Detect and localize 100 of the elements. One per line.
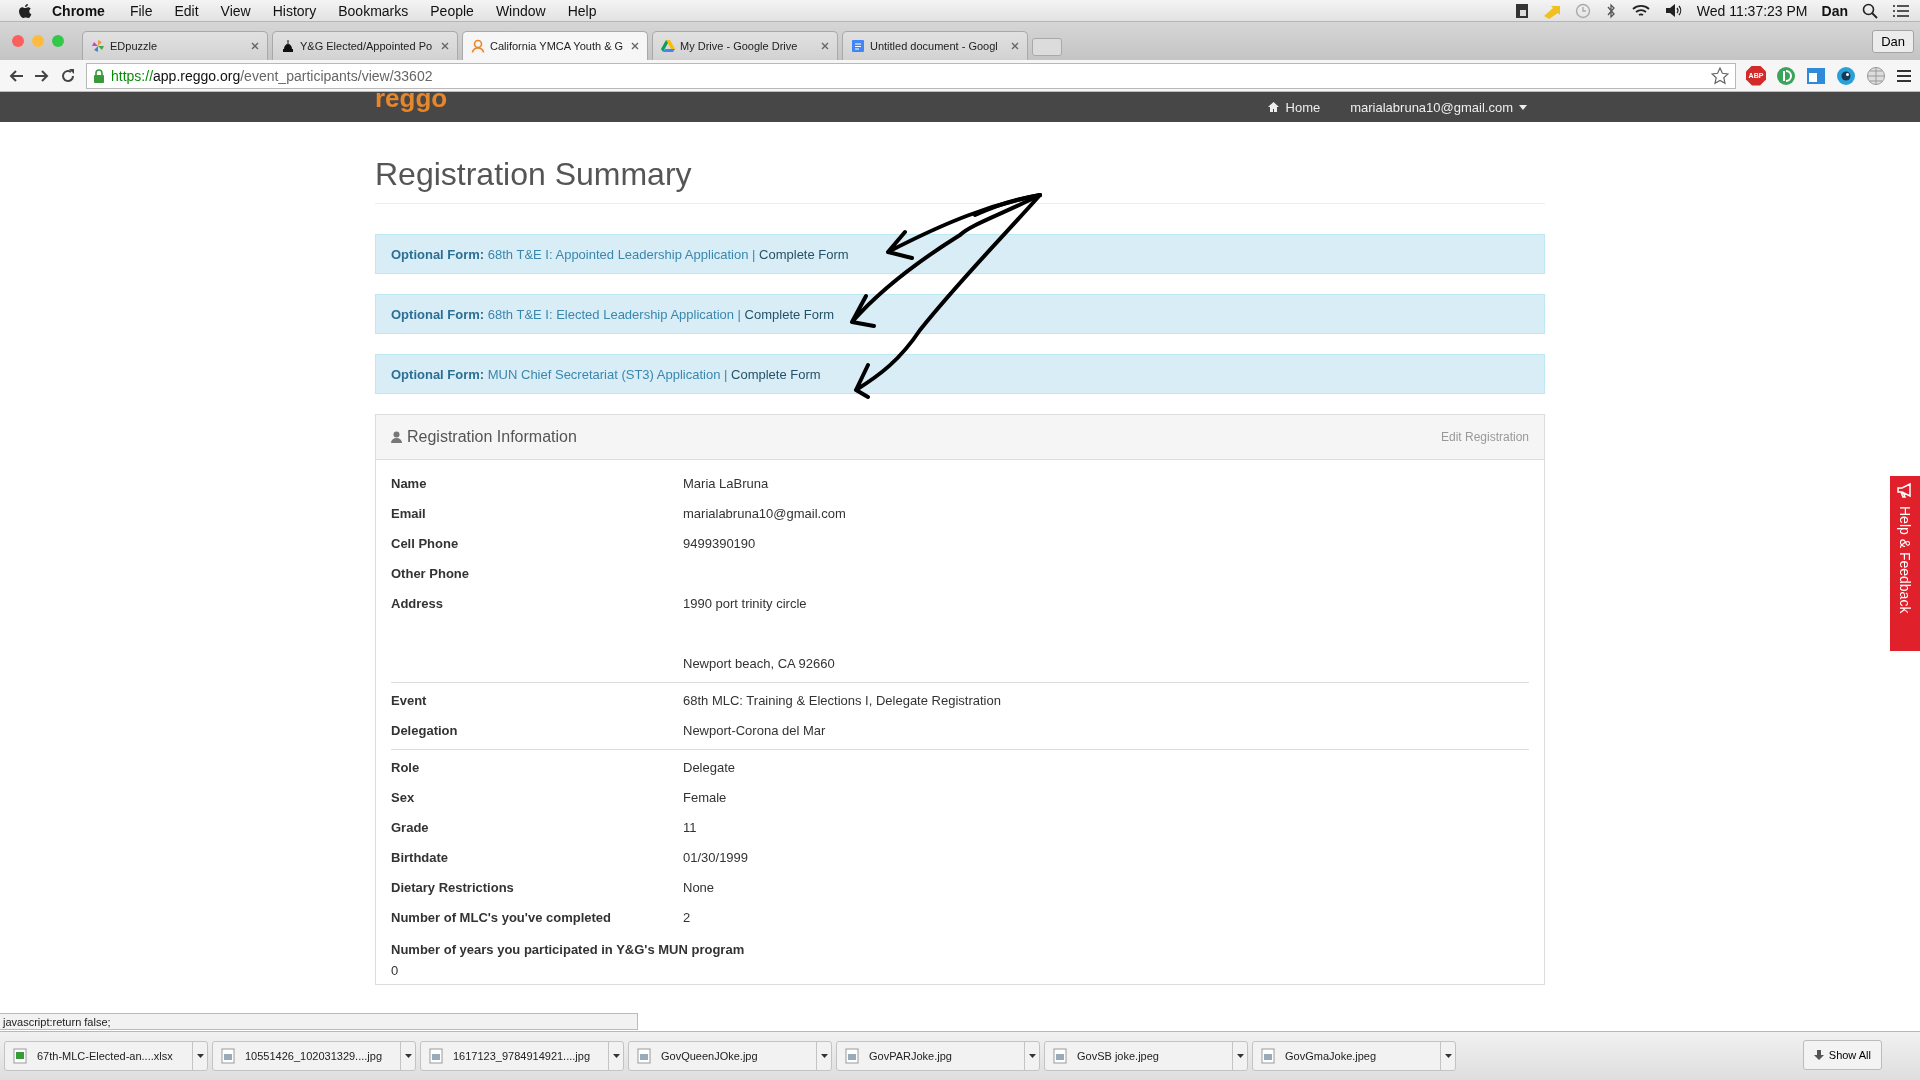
browser-tab[interactable]: Untitled document - Googl	[842, 31, 1028, 60]
caret-icon[interactable]	[1444, 1054, 1452, 1058]
close-icon[interactable]	[441, 42, 449, 50]
field-label: Dietary Restrictions	[391, 879, 515, 897]
browser-tab[interactable]: My Drive - Google Drive	[652, 31, 838, 60]
home-link[interactable]: Home	[1266, 99, 1321, 115]
complete-form-link[interactable]: Complete Form	[744, 306, 835, 322]
field-label: Number of years you participated in Y&G's MUN program	[391, 941, 746, 959]
field-label: Email	[391, 505, 427, 523]
browser-tab[interactable]: Y&G Elected/Appointed Po	[272, 31, 458, 60]
menu-icon[interactable]	[1896, 68, 1912, 83]
star-icon[interactable]	[1711, 66, 1729, 85]
browser-tab[interactable]: EDpuzzle	[82, 31, 268, 60]
field-label: Birthdate	[391, 849, 450, 867]
file-icon	[221, 1048, 235, 1064]
site-logo[interactable]: reggo	[375, 92, 448, 113]
pinwheel-icon	[91, 39, 105, 53]
status-text: javascript:return false;	[0, 1013, 638, 1030]
download-item[interactable]: GovQueenJOke.jpg	[628, 1041, 832, 1071]
field-value: 0	[391, 962, 400, 980]
forward-icon[interactable]	[34, 68, 50, 83]
field-value: Newport beach, CA 92660	[683, 655, 835, 673]
complete-form-link[interactable]: Complete Form	[759, 246, 849, 262]
menu-item[interactable]: Bookmarks	[327, 2, 420, 19]
menu-item[interactable]: Chrome	[32, 2, 119, 19]
field-value: Delegate	[683, 759, 736, 777]
back-icon[interactable]	[8, 68, 24, 83]
caret-icon[interactable]	[820, 1054, 828, 1058]
eye-icon[interactable]	[1836, 65, 1856, 86]
notice-text: Optional Form: 68th T&E I: Elected Leadership Application | Complete Form	[391, 306, 835, 322]
menu-item[interactable]: History	[261, 2, 328, 19]
circle-icon[interactable]	[1776, 65, 1796, 86]
complete-form-link[interactable]: Complete Form	[731, 366, 821, 382]
list-icon[interactable]	[1892, 3, 1910, 18]
download-item[interactable]: 10551426_102031329....jpg	[212, 1041, 416, 1071]
notice-text: Optional Form: MUN Chief Secretariat (ST3) Application | Complete Form	[391, 366, 821, 382]
field-value: Newport-Corona del Mar	[683, 722, 826, 740]
caret-icon[interactable]	[404, 1054, 412, 1058]
file-icon	[429, 1048, 443, 1064]
field-label: Number of MLC's you've completed	[391, 909, 612, 927]
download-item[interactable]: 1617123_9784914921....jpg	[420, 1041, 624, 1071]
field-value: Female	[683, 789, 727, 807]
menu-item[interactable]: File	[118, 2, 164, 19]
field-value: 1990 port trinity circle	[683, 595, 808, 613]
download-item[interactable]: GovGmaJoke.jpeg	[1252, 1041, 1456, 1071]
file-icon	[845, 1048, 859, 1064]
window-icon[interactable]	[1806, 65, 1826, 86]
file-icon	[13, 1048, 27, 1064]
menu-item[interactable]: People	[419, 2, 485, 19]
apple-icon[interactable]	[18, 2, 32, 19]
caret-icon[interactable]	[1028, 1054, 1036, 1058]
menu-user[interactable]: Dan	[1821, 2, 1848, 19]
menu-item[interactable]: Window	[484, 2, 557, 19]
account-menu[interactable]: marialabruna10@gmail.com	[1350, 99, 1527, 115]
menu-item[interactable]: Edit	[163, 2, 210, 19]
field-value: 01/30/1999	[683, 849, 749, 867]
field-label: Name	[391, 475, 428, 493]
document-icon	[851, 39, 865, 53]
download-item[interactable]: 67th-MLC-Elected-an....xlsx	[4, 1041, 208, 1071]
field-label: Other Phone	[391, 565, 470, 583]
wifi-icon[interactable]	[1630, 3, 1651, 18]
field-label: Delegation	[391, 722, 459, 740]
dome-icon	[281, 39, 295, 53]
menu-item[interactable]: Help	[556, 2, 608, 19]
field-label: Address	[391, 595, 445, 613]
close-icon[interactable]	[251, 42, 259, 50]
menu-item[interactable]: View	[209, 2, 262, 19]
field-value: Maria LaBruna	[683, 475, 769, 493]
notice-text: Optional Form: 68th T&E I: Appointed Leadership Application | Complete Form	[391, 246, 849, 262]
download-item[interactable]: GovSB joke.jpeg	[1044, 1041, 1248, 1071]
close-icon[interactable]	[821, 42, 829, 50]
search-icon[interactable]	[1862, 2, 1878, 19]
close-icon[interactable]	[1011, 42, 1019, 50]
field-value: 11	[683, 819, 697, 837]
triangle-icon	[661, 39, 675, 53]
download-icon	[1813, 1049, 1824, 1061]
field-label: Role	[391, 759, 421, 777]
caret-icon[interactable]	[1236, 1054, 1244, 1058]
caret-icon[interactable]	[612, 1054, 620, 1058]
document-icon[interactable]	[1514, 2, 1529, 19]
field-value: marialabruna10@gmail.com	[683, 505, 846, 523]
volume-icon[interactable]	[1664, 3, 1683, 18]
profile-button[interactable]: Dan	[1872, 29, 1914, 53]
show-all-button[interactable]: Show All	[1802, 1040, 1882, 1070]
feedback-tab[interactable]: Help & Feedback	[1890, 476, 1920, 651]
person-icon	[471, 39, 485, 53]
field-label: Event	[391, 692, 428, 710]
file-icon	[1053, 1048, 1067, 1064]
menu-clock[interactable]: Wed 11:37:23 PM	[1696, 2, 1808, 19]
caret-icon	[1519, 104, 1527, 110]
reload-icon[interactable]	[60, 67, 76, 84]
field-label: Cell Phone	[391, 535, 460, 553]
close-icon[interactable]	[631, 42, 639, 50]
download-item[interactable]: GovPARJoke.jpg	[836, 1041, 1040, 1071]
field-value: None	[683, 879, 715, 897]
caret-icon[interactable]	[196, 1054, 204, 1058]
address-bar[interactable]: https://app.reggo.org/event_participants/view/33602	[86, 62, 1736, 89]
megaphone-icon	[1896, 482, 1914, 498]
user-icon	[391, 431, 402, 443]
browser-tab[interactable]: California YMCA Youth & G	[462, 31, 648, 60]
